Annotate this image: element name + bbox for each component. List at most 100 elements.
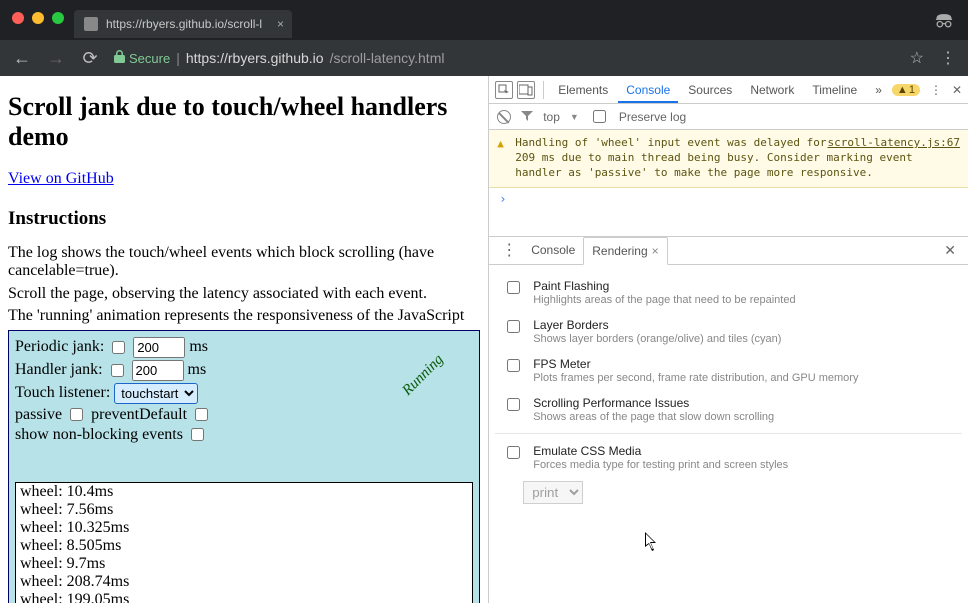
scrolling-perf-checkbox[interactable]: [507, 398, 520, 411]
periodic-jank-input[interactable]: [133, 337, 185, 358]
handler-jank-input[interactable]: [132, 360, 184, 381]
preserve-log-label: Preserve log: [619, 110, 686, 124]
log-line: wheel: 10.325ms: [20, 519, 468, 537]
periodic-jank-unit: ms: [189, 338, 208, 356]
passive-label: passive: [15, 406, 62, 424]
window-titlebar: https://rbyers.github.io/scroll-l ×: [0, 0, 968, 40]
passive-checkbox[interactable]: [70, 408, 83, 421]
periodic-jank-label: Periodic jank:: [15, 338, 104, 356]
fps-meter-checkbox[interactable]: [507, 359, 520, 372]
log-line: wheel: 8.505ms: [20, 537, 468, 555]
preventdefault-label: preventDefault: [91, 406, 187, 424]
tabs-overflow[interactable]: »: [867, 77, 890, 103]
opt-paint-flashing: Paint Flashing Highlights areas of the p…: [495, 273, 962, 312]
opt-desc: Shows layer borders (orange/olive) and t…: [533, 333, 781, 345]
clear-console-icon[interactable]: [497, 110, 511, 124]
log-line: wheel: 7.56ms: [20, 501, 468, 519]
window-minimize-button[interactable]: [32, 12, 44, 24]
controls-panel: Periodic jank: ms Handler jank: ms Touch…: [8, 330, 480, 603]
console-message[interactable]: ▲ scroll-latency.js:67 Handling of 'whee…: [489, 130, 968, 188]
opt-title: Emulate CSS Media: [533, 444, 788, 458]
incognito-icon: [934, 16, 954, 31]
log-line: wheel: 208.74ms: [20, 573, 468, 591]
devtools-close-button[interactable]: ✕: [952, 83, 962, 97]
log-line: wheel: 10.4ms: [20, 483, 468, 501]
console-prompt[interactable]: ›: [489, 188, 968, 210]
handler-jank-label: Handler jank:: [15, 361, 103, 379]
tab-elements[interactable]: Elements: [550, 77, 616, 103]
opt-layer-borders: Layer Borders Shows layer borders (orang…: [495, 312, 962, 351]
tab-close-button[interactable]: ×: [277, 17, 284, 31]
drawer-menu-icon[interactable]: ⋮: [495, 240, 523, 260]
devtools-drawer: ⋮ Console Rendering× ✕ Paint Flashing Hi…: [489, 236, 968, 512]
opt-scrolling-perf: Scrolling Performance Issues Shows areas…: [495, 390, 962, 429]
filter-icon[interactable]: [521, 110, 533, 124]
tab-timeline[interactable]: Timeline: [804, 77, 865, 103]
page-viewport[interactable]: Scroll jank due to touch/wheel handlers …: [0, 76, 488, 603]
instructions-line1: The log shows the touch/wheel events whi…: [8, 244, 480, 281]
secure-label: Secure: [129, 51, 170, 66]
forward-button[interactable]: →: [46, 48, 66, 69]
event-log[interactable]: wheel: 10.4ms wheel: 7.56ms wheel: 10.32…: [15, 482, 473, 603]
log-line: wheel: 9.7ms: [20, 555, 468, 573]
show-nonblocking-label: show non-blocking events: [15, 426, 183, 444]
address-bar: ← → ⟳ Secure | https://rbyers.github.io/…: [0, 40, 968, 76]
warning-icon: ▲: [497, 137, 504, 152]
instructions-line3: The 'running' animation represents the r…: [8, 307, 480, 325]
opt-title: Scrolling Performance Issues: [533, 396, 774, 410]
tab-sources[interactable]: Sources: [680, 77, 740, 103]
back-button[interactable]: ←: [12, 48, 32, 69]
show-nonblocking-checkbox[interactable]: [191, 428, 204, 441]
opt-desc: Forces media type for testing print and …: [533, 459, 788, 471]
inspect-element-icon[interactable]: [495, 81, 513, 99]
emulate-css-media-checkbox[interactable]: [507, 446, 520, 459]
paint-flashing-checkbox[interactable]: [507, 281, 520, 294]
tab-network[interactable]: Network: [742, 77, 802, 103]
devtools-menu-icon[interactable]: ⋮: [930, 83, 942, 97]
star-icon[interactable]: ☆: [910, 48, 924, 68]
css-media-select[interactable]: print: [523, 481, 583, 504]
device-toolbar-icon[interactable]: [517, 81, 535, 99]
browser-tab[interactable]: https://rbyers.github.io/scroll-l ×: [74, 10, 292, 38]
github-link[interactable]: View on GitHub: [8, 170, 114, 187]
opt-desc: Plots frames per second, frame rate dist…: [533, 372, 858, 384]
preserve-log-checkbox[interactable]: [593, 110, 606, 123]
window-close-button[interactable]: [12, 12, 24, 24]
drawer-tabs: ⋮ Console Rendering× ✕: [489, 237, 968, 265]
menu-icon[interactable]: ⋮: [940, 48, 956, 68]
opt-fps-meter: FPS Meter Plots frames per second, frame…: [495, 351, 962, 390]
warning-badge[interactable]: ▲ 1: [892, 84, 920, 96]
drawer-tab-rendering[interactable]: Rendering×: [583, 237, 667, 265]
layer-borders-checkbox[interactable]: [507, 320, 520, 333]
handler-jank-checkbox[interactable]: [111, 364, 124, 377]
opt-title: Paint Flashing: [533, 279, 795, 293]
opt-desc: Highlights areas of the page that need t…: [533, 294, 795, 306]
window-zoom-button[interactable]: [52, 12, 64, 24]
drawer-close-button[interactable]: ✕: [938, 242, 962, 259]
periodic-jank-checkbox[interactable]: [112, 341, 125, 354]
console-source-link[interactable]: scroll-latency.js:67: [828, 136, 960, 151]
instructions-heading: Instructions: [8, 208, 480, 230]
touch-listener-select[interactable]: touchstart: [114, 383, 198, 404]
opt-desc: Shows areas of the page that slow down s…: [533, 411, 774, 423]
log-line: wheel: 199.05ms: [20, 591, 468, 603]
context-selector[interactable]: top: [543, 110, 560, 124]
secure-badge: Secure: [114, 50, 170, 66]
touch-listener-label: Touch listener:: [15, 384, 110, 402]
tab-title: https://rbyers.github.io/scroll-l: [106, 17, 262, 31]
drawer-tab-console[interactable]: Console: [523, 237, 583, 263]
context-dropdown-icon[interactable]: ▼: [570, 112, 579, 122]
lock-icon: [114, 50, 125, 66]
url-host: https://rbyers.github.io: [186, 50, 324, 66]
preventdefault-checkbox[interactable]: [195, 408, 208, 421]
page-heading: Scroll jank due to touch/wheel handlers …: [8, 92, 480, 152]
tab-favicon: [84, 17, 98, 31]
omnibox[interactable]: Secure | https://rbyers.github.io/scroll…: [114, 50, 896, 66]
opt-title: Layer Borders: [533, 318, 781, 332]
drawer-tab-close-icon[interactable]: ×: [652, 244, 659, 258]
instructions-line2: Scroll the page, observing the latency a…: [8, 285, 480, 303]
handler-jank-unit: ms: [188, 361, 207, 379]
tab-console[interactable]: Console: [618, 77, 678, 103]
devtools-panel: Elements Console Sources Network Timelin…: [488, 76, 968, 603]
reload-button[interactable]: ⟳: [80, 48, 100, 69]
